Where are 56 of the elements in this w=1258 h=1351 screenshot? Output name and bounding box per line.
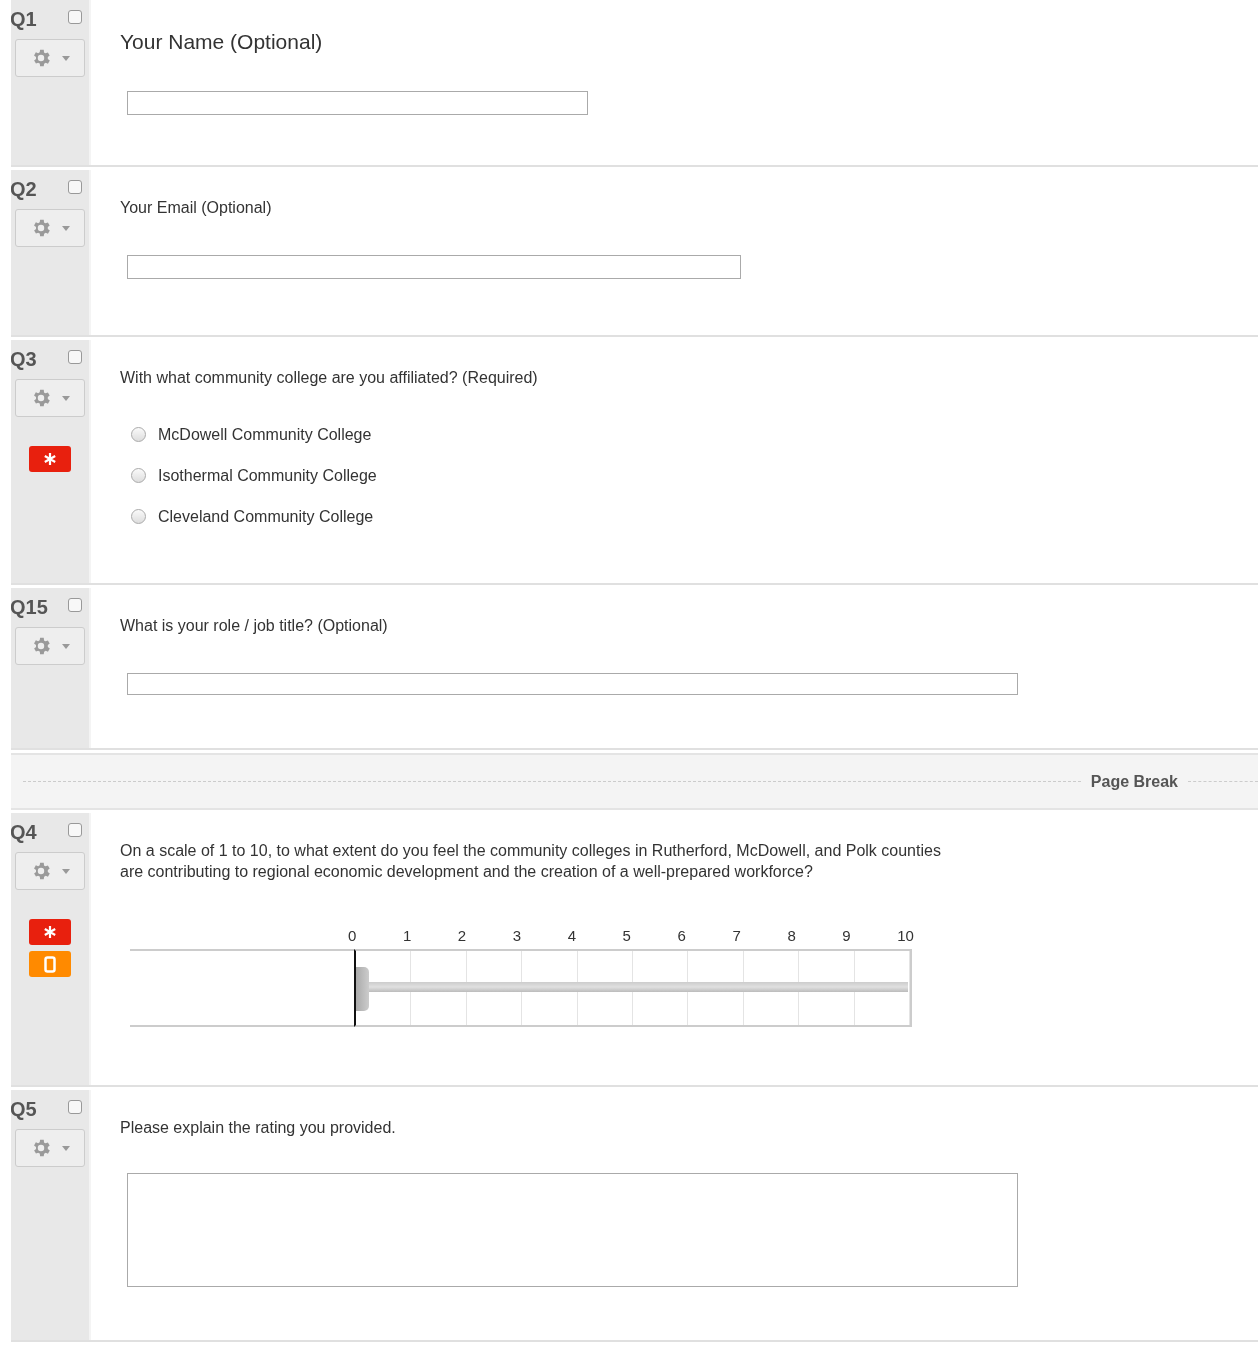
scale-tick-label: 1 — [402, 926, 412, 946]
asterisk-icon — [44, 453, 56, 465]
question-number: Q15 — [11, 596, 48, 619]
radio-button[interactable] — [131, 468, 146, 484]
text-input-field[interactable] — [127, 91, 588, 116]
caret-icon — [62, 55, 70, 61]
scale-tick-label: 10 — [897, 926, 914, 946]
question-text: Your Email (Optional) — [120, 198, 273, 218]
select-checkbox[interactable] — [68, 10, 82, 24]
text-input-field[interactable] — [127, 254, 741, 279]
settings-dropdown-button[interactable] — [15, 1129, 85, 1167]
select-checkbox[interactable] — [68, 180, 82, 194]
question-text: Your Name (Optional) — [120, 29, 324, 55]
settings-dropdown-button[interactable] — [15, 39, 85, 77]
scale-tick-label: 3 — [512, 926, 522, 946]
question-text: With what community college are you affiliated? (Required) — [120, 368, 539, 388]
scale-tick-label: 7 — [732, 926, 741, 946]
select-checkbox[interactable] — [68, 350, 82, 364]
asterisk-icon — [44, 926, 56, 938]
select-checkbox[interactable] — [68, 598, 82, 612]
scale-tick-label: 2 — [457, 926, 467, 946]
select-checkbox[interactable] — [68, 823, 82, 837]
scale-tick-label: 9 — [842, 926, 851, 946]
radio-button[interactable] — [131, 509, 146, 525]
question-text: On a scale of 1 to 10, to what extent do you feel the community colleges in Rutherford, McDowell, and Polk counties are contributing to regional economic development and the creation of a well-prepared workforce? — [120, 841, 942, 882]
page-break-label: Page Break — [1090, 772, 1178, 791]
scale-tick-label: 6 — [677, 926, 686, 946]
settings-dropdown-button[interactable] — [15, 627, 85, 665]
question-number: Q3 — [11, 348, 37, 371]
phone-icon — [44, 955, 56, 973]
option-label: McDowell Community College — [158, 425, 372, 444]
caret-icon — [62, 868, 70, 874]
option-label: Cleveland Community College — [158, 507, 374, 526]
text-input-field[interactable] — [127, 672, 1018, 695]
question-text: Please explain the rating you provided. — [120, 1118, 397, 1138]
essay-text-field[interactable] — [127, 1172, 1018, 1287]
scale-tick-label: 8 — [787, 926, 796, 946]
question-number: Q5 — [11, 1098, 37, 1121]
caret-icon — [62, 1145, 70, 1151]
caret-icon — [62, 225, 70, 231]
question-number: Q1 — [11, 8, 37, 31]
scale-tick-label: 5 — [622, 926, 631, 946]
settings-dropdown-button[interactable] — [15, 379, 85, 417]
caret-icon — [62, 395, 70, 401]
slider-handle[interactable] — [356, 966, 369, 1011]
caret-icon — [62, 643, 70, 649]
question-number: Q4 — [11, 821, 37, 844]
question-text: What is your role / job title? (Optional) — [120, 616, 389, 636]
scale-tick-label: 0 — [348, 926, 357, 946]
option-label: Isothermal Community College — [158, 466, 377, 485]
select-checkbox[interactable] — [68, 1100, 82, 1114]
settings-dropdown-button[interactable] — [15, 209, 85, 247]
scale-tick-label: 4 — [567, 926, 577, 946]
radio-button[interactable] — [131, 427, 146, 443]
settings-dropdown-button[interactable] — [15, 852, 85, 890]
question-number: Q2 — [11, 178, 37, 201]
